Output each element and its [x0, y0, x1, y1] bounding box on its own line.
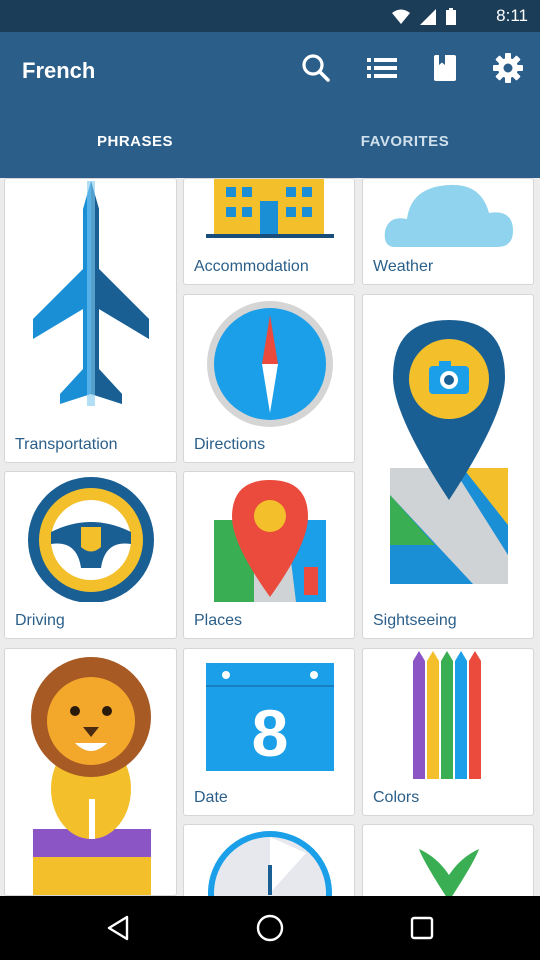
category-card-transportation[interactable]: Transportation: [4, 178, 177, 463]
page-title: French: [22, 58, 96, 83]
card-label: Colors: [373, 789, 420, 806]
status-icons: [392, 8, 456, 25]
colored-pencils-icon: [413, 651, 481, 779]
status-bar: 8:11: [0, 0, 540, 32]
book-icon: [434, 55, 456, 81]
card-label: Date: [194, 789, 228, 806]
card-label: Places: [194, 612, 243, 629]
lion-icon: [31, 657, 151, 895]
clock-icon: [208, 831, 332, 896]
search-button[interactable]: [296, 48, 336, 88]
back-button[interactable]: [102, 912, 134, 944]
airplane-icon: [33, 181, 149, 406]
hotel-building-icon: [206, 179, 334, 238]
category-card-accommodation[interactable]: Accommodation: [183, 178, 355, 285]
category-card-colors[interactable]: Colors: [362, 648, 534, 816]
category-card-directions[interactable]: Directions: [183, 294, 355, 463]
card-label: Sightseeing: [373, 612, 457, 629]
home-icon: [256, 914, 284, 942]
tab-favorites[interactable]: FAVORITES: [270, 128, 540, 178]
card-label: Driving: [15, 612, 65, 629]
signal-icon: [420, 8, 436, 25]
category-grid: Transportation Accommodation Weather Dir…: [0, 178, 540, 896]
calendar-day: 8: [251, 696, 289, 770]
category-card-plant[interactable]: [362, 824, 534, 896]
recents-icon: [410, 916, 434, 940]
category-card-clock[interactable]: [183, 824, 355, 896]
plant-icon: [419, 849, 479, 896]
status-time: 8:11: [496, 6, 528, 25]
battery-icon: [446, 8, 456, 25]
home-button[interactable]: [254, 912, 286, 944]
settings-button[interactable]: [488, 48, 528, 88]
system-nav-bar: [0, 896, 540, 960]
wifi-icon: [392, 9, 410, 24]
map-pin-icon: [214, 480, 326, 602]
tab-phrases[interactable]: PHRASES: [0, 128, 270, 178]
list-button[interactable]: [362, 48, 402, 88]
category-card-sightseeing[interactable]: Sightseeing: [362, 294, 534, 639]
card-label: Transportation: [15, 436, 118, 453]
category-card-places[interactable]: Places: [183, 471, 355, 639]
category-card-driving[interactable]: Driving: [4, 471, 177, 639]
search-icon: [302, 54, 330, 82]
category-card-lion[interactable]: [4, 648, 177, 896]
card-label: Accommodation: [194, 258, 309, 275]
compass-icon: [207, 301, 333, 427]
camera-map-pin-icon: [390, 320, 508, 584]
card-label: Weather: [373, 258, 434, 275]
back-icon: [107, 915, 129, 941]
cloud-icon: [384, 184, 513, 247]
category-card-date[interactable]: 8 Date: [183, 648, 355, 816]
recents-button[interactable]: [406, 912, 438, 944]
book-button[interactable]: [425, 48, 465, 88]
app-bar: French PHRASES FAVORITES: [0, 32, 540, 178]
list-icon: [367, 58, 397, 78]
steering-wheel-icon: [28, 477, 154, 602]
card-label: Directions: [194, 436, 266, 453]
gear-icon: [493, 53, 523, 83]
category-card-weather[interactable]: Weather: [362, 178, 534, 285]
